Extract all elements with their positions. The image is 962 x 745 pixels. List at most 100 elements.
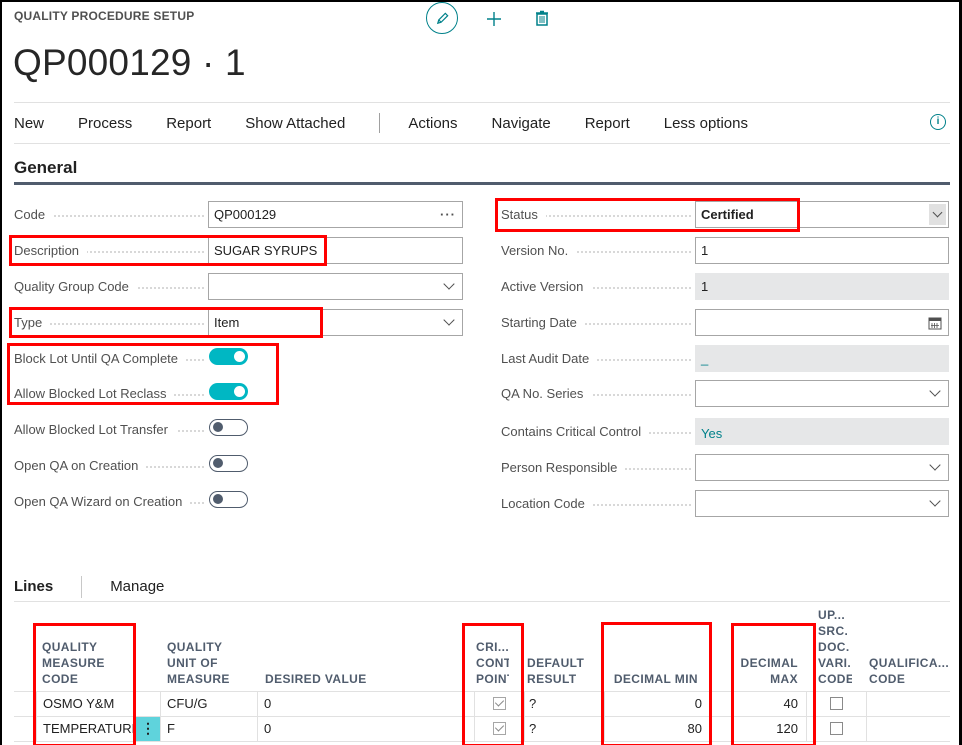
block-lot-toggle[interactable] (209, 348, 248, 365)
col-header-qualification-code[interactable]: QUALIFICA... CODE (869, 602, 949, 691)
field-allow-reclass: Allow Blocked Lot Reclass (14, 380, 254, 407)
field-starting-date: Starting Date (501, 309, 951, 336)
location-code-select[interactable] (695, 490, 949, 517)
cell-qualification-code[interactable] (866, 717, 950, 742)
action-new[interactable]: New (14, 115, 44, 132)
checkbox-unchecked[interactable] (830, 697, 843, 711)
section-general-title[interactable]: General (14, 158, 77, 178)
field-label: Code (14, 207, 54, 222)
table-row[interactable]: OSMO Y&M CFU/G 0 ? 0 40 (14, 691, 950, 717)
field-quality-group-code: Quality Group Code (14, 273, 464, 300)
col-header-quality-uom[interactable]: QUALITY UNIT OF MEASURE (167, 602, 257, 691)
code-value: QP000129 (214, 207, 277, 222)
cell-decimal-max[interactable]: 120 (710, 717, 806, 742)
cell-quality-measure-code[interactable]: TEMPERATURE (36, 717, 136, 742)
field-label: Contains Critical Control (501, 424, 650, 439)
col-header-default-result[interactable]: DEFAULT RESULT (527, 602, 597, 691)
cell-qualification-code[interactable] (866, 692, 950, 717)
field-label: Allow Blocked Lot Transfer (14, 422, 176, 437)
checkbox-unchecked[interactable] (830, 722, 843, 736)
field-label: Starting Date (501, 315, 585, 330)
cell-default-result[interactable]: ? (524, 717, 604, 742)
action-process[interactable]: Process (78, 115, 132, 132)
field-open-wizard: Open QA Wizard on Creation (14, 488, 254, 515)
field-label: Type (14, 315, 51, 330)
cell-quality-uom[interactable]: F (160, 717, 257, 742)
allow-transfer-toggle[interactable] (209, 419, 248, 436)
starting-date-input[interactable] (695, 309, 949, 336)
calendar-icon[interactable] (928, 310, 942, 335)
cell-default-result[interactable]: ? (524, 692, 604, 717)
chevron-down-icon[interactable] (443, 310, 456, 335)
col-header-desired-value[interactable]: DESIRED VALUE (265, 602, 465, 691)
col-header-quality-measure-code[interactable]: QUALITY MEASURE CODE (42, 602, 132, 691)
lookup-ellipsis-icon[interactable]: ··· (440, 202, 456, 227)
col-header-decimal-max[interactable]: DECIMAL MAX (732, 602, 804, 691)
add-plus-icon[interactable] (484, 5, 504, 31)
edit-pencil-icon[interactable] (426, 2, 458, 34)
chevron-down-icon[interactable] (929, 381, 942, 406)
type-value: Item (214, 315, 240, 330)
cell-decimal-max[interactable]: 40 (710, 692, 806, 717)
cell-critical-control-point[interactable] (474, 717, 524, 742)
field-code: Code QP000129 ··· (14, 201, 464, 228)
action-show-attached[interactable]: Show Attached (245, 115, 345, 132)
allow-reclass-toggle[interactable] (209, 383, 248, 400)
cell-upd-src-doc-var-code[interactable] (806, 692, 866, 717)
chevron-down-icon[interactable] (443, 274, 456, 299)
field-qa-no-series: QA No. Series (501, 380, 951, 407)
lines-separator (81, 575, 83, 598)
field-label: Open QA Wizard on Creation (14, 494, 191, 509)
type-select[interactable]: Item (208, 309, 463, 336)
person-responsible-select[interactable] (695, 454, 949, 481)
field-label: Active Version (501, 279, 592, 294)
active-version-value: 1 (695, 273, 949, 300)
status-select[interactable]: Certified (695, 201, 949, 228)
checkbox-checked[interactable] (493, 722, 506, 736)
info-icon[interactable]: i (930, 114, 946, 130)
table-row[interactable]: TEMPERATURE ⋮ F 0 ? 80 120 (14, 716, 950, 742)
cell-quality-uom[interactable]: CFU/G (160, 692, 257, 717)
description-input[interactable]: SUGAR SYRUPS (208, 237, 463, 264)
field-label: Open QA on Creation (14, 458, 147, 473)
lines-title[interactable]: Lines (14, 578, 53, 595)
chevron-down-icon[interactable] (929, 204, 946, 225)
checkbox-checked[interactable] (493, 697, 506, 711)
action-actions[interactable]: Actions (408, 115, 457, 132)
cell-critical-control-point[interactable] (474, 692, 524, 717)
delete-trash-icon[interactable] (534, 10, 550, 26)
field-label: QA No. Series (501, 386, 592, 401)
row-actions-menu-icon[interactable]: ⋮ (136, 717, 160, 742)
action-report[interactable]: Report (166, 115, 211, 132)
quality-group-code-select[interactable] (208, 273, 463, 300)
col-header-decimal-min[interactable]: DECIMAL MIN (604, 602, 704, 691)
cell-decimal-min[interactable]: 0 (604, 692, 710, 717)
action-report-2[interactable]: Report (585, 115, 630, 132)
cell-decimal-min[interactable]: 80 (604, 717, 710, 742)
field-label: Person Responsible (501, 460, 626, 475)
field-allow-transfer: Allow Blocked Lot Transfer (14, 416, 254, 443)
code-input[interactable]: QP000129 ··· (208, 201, 463, 228)
cell-desired-value[interactable]: 0 (257, 717, 465, 742)
qa-no-series-select[interactable] (695, 380, 949, 407)
version-no-input[interactable]: 1 (695, 237, 949, 264)
field-active-version: Active Version 1 (501, 273, 951, 300)
cell-upd-src-doc-var-code[interactable] (806, 717, 866, 742)
table-row-divider (14, 741, 950, 742)
chevron-down-icon[interactable] (929, 455, 942, 480)
open-wizard-toggle[interactable] (209, 491, 248, 508)
open-qa-toggle[interactable] (209, 455, 248, 472)
field-open-qa: Open QA on Creation (14, 452, 254, 479)
lines-manage-menu[interactable]: Manage (110, 578, 164, 595)
action-navigate[interactable]: Navigate (492, 115, 551, 132)
cell-desired-value[interactable]: 0 (257, 692, 465, 717)
field-label: Allow Blocked Lot Reclass (14, 386, 175, 401)
field-version-no: Version No. 1 (501, 237, 951, 264)
col-header-upd-src-doc-var-code[interactable]: UP... SRC. DOC. VARI. CODE (818, 602, 852, 691)
cell-quality-measure-code[interactable]: OSMO Y&M (36, 692, 136, 717)
field-label: Last Audit Date (501, 351, 598, 366)
last-audit-date-value: _ (695, 345, 949, 372)
chevron-down-icon[interactable] (929, 491, 942, 516)
col-header-critical-control-point[interactable]: CRI...CONTPOINT (476, 602, 509, 691)
action-less-options[interactable]: Less options (664, 115, 748, 132)
